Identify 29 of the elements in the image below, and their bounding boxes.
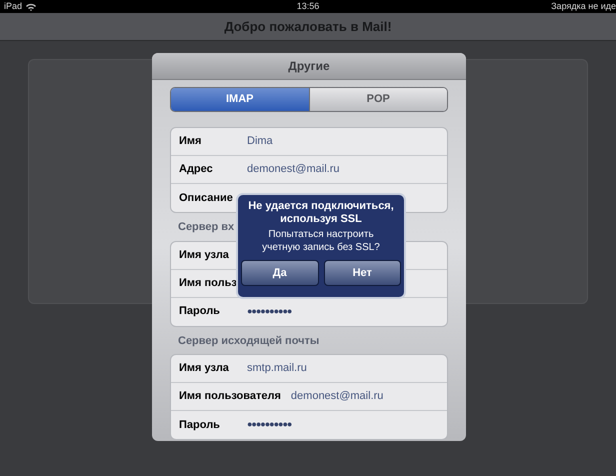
alert-button[interactable]: Нет (324, 260, 401, 286)
field-value[interactable]: demonest@mail.ru (290, 388, 384, 405)
field-label: Имя узла (179, 361, 230, 376)
field-value[interactable]: ●●●●●●●●●● (247, 304, 292, 318)
window-title: Добро пожаловать в Mail! (224, 18, 392, 36)
field-value[interactable]: Dima (247, 133, 273, 150)
alert-button[interactable]: Да (241, 260, 318, 286)
field-label: Имя польз (179, 276, 237, 291)
field-value[interactable]: ●●●●●●●●●● (247, 418, 292, 432)
sheet-title: Другие (288, 58, 330, 75)
field-label: Имя узла (179, 248, 230, 263)
field-label: Пароль (179, 304, 221, 320)
field-value[interactable]: demonest@mail.ru (247, 161, 340, 178)
field-label: Описание (179, 190, 234, 206)
field-label: Имя пользователя (179, 389, 281, 404)
section-header: Сервер исходящей почты (177, 334, 320, 348)
segment-tab[interactable]: IMAP (171, 88, 308, 111)
field-label: Имя (179, 134, 202, 150)
field-value[interactable]: smtp.mail.ru (247, 360, 307, 377)
battery-status: Зарядка не иде (551, 0, 616, 13)
field-label: Адрес (179, 162, 214, 178)
alert-title: Не удается подключиться, используя SSL (247, 200, 395, 226)
alert-message: Попытаться настроить учетную запись без SSL? (261, 228, 381, 254)
field-label: Пароль (179, 418, 221, 433)
wifi-icon (26, 2, 36, 10)
device-name: iPad (4, 0, 22, 13)
clock: 13:56 (296, 0, 320, 13)
segment-tab[interactable]: POP (308, 88, 447, 111)
section-header: Сервер вх (177, 220, 236, 235)
